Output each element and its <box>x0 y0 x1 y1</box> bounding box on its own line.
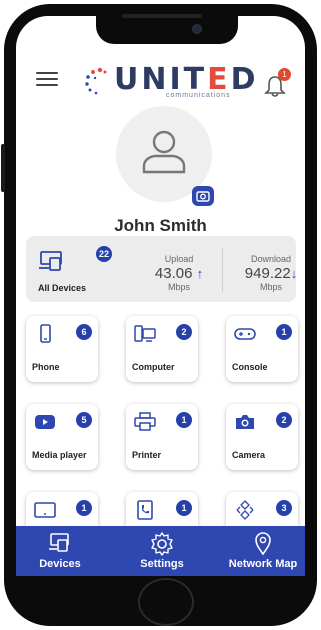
speaker-grille <box>122 14 202 18</box>
device-count-badge: 1 <box>76 500 92 516</box>
device-count-badge: 1 <box>176 500 192 516</box>
download-value: 949.22 <box>244 265 291 282</box>
home-button[interactable] <box>138 578 194 626</box>
tab-label: Devices <box>39 558 81 570</box>
router-icon <box>236 500 254 520</box>
front-camera <box>192 24 202 34</box>
device-card-label: Media player <box>32 450 87 460</box>
arrow-down-icon: ↓ <box>290 266 298 281</box>
device-card-label: Phone <box>32 362 60 372</box>
device-card-console[interactable]: 1 Console <box>226 316 298 382</box>
upload-label: Upload <box>164 254 194 264</box>
tab-network-map[interactable]: Network Map <box>224 526 302 576</box>
device-card-label: Computer <box>132 362 175 372</box>
app-screen: UNITED communications 1 John Smith 22 Al… <box>16 16 305 576</box>
devices-icon <box>49 533 69 552</box>
user-name: John Smith <box>114 216 207 235</box>
user-icon <box>142 130 186 174</box>
download-unit: Mbps <box>259 282 282 292</box>
devices-icon <box>39 251 62 271</box>
tab-devices[interactable]: Devices <box>24 526 96 576</box>
all-devices-label: All Devices <box>38 283 87 293</box>
notch <box>96 16 238 44</box>
map-pin-icon <box>255 532 271 556</box>
camera-icon <box>196 191 210 202</box>
device-count-badge: 2 <box>176 324 192 340</box>
phone-icon <box>40 324 51 343</box>
change-photo-button[interactable] <box>192 186 214 206</box>
top-bar: UNITED communications 1 <box>16 56 305 106</box>
united-logo: UNITED communications <box>84 62 256 102</box>
device-count-badge: 6 <box>76 324 92 340</box>
device-card-label: Camera <box>232 450 266 460</box>
tab-settings[interactable]: Settings <box>126 526 198 576</box>
voip-phone-icon <box>137 500 153 520</box>
logo-dots-icon <box>85 67 107 95</box>
device-count-badge: 1 <box>276 324 292 340</box>
upload-metric: Upload 43.06 ↑ Mbps <box>144 254 214 292</box>
camera-icon <box>236 415 254 429</box>
all-devices-count-badge: 22 <box>96 246 112 262</box>
device-card-phone[interactable]: 6 Phone <box>26 316 98 382</box>
network-summary[interactable]: 22 All Devices Upload 43.06 ↑ Mbps Downl… <box>26 236 297 302</box>
device-count-badge: 3 <box>276 500 292 516</box>
device-card-computer[interactable]: 2 Computer <box>126 316 198 382</box>
tab-label: Settings <box>140 558 184 570</box>
divider <box>222 248 223 292</box>
bottom-tab-bar: Devices Settings Network Map <box>16 526 305 576</box>
computer-icon <box>134 325 156 342</box>
device-card-label: Console <box>232 362 268 372</box>
phone-frame: UNITED communications 1 John Smith 22 Al… <box>1 4 317 626</box>
arrow-up-icon: ↑ <box>196 266 204 281</box>
device-card-label: Printer <box>132 450 162 460</box>
device-count-badge: 5 <box>76 412 92 428</box>
play-icon <box>35 415 55 429</box>
device-card-camera[interactable]: 2 Camera <box>226 404 298 470</box>
printer-icon <box>134 412 156 431</box>
device-count-badge: 2 <box>276 412 292 428</box>
download-metric: Download 949.22↓ Mbps <box>236 254 305 292</box>
device-count-badge: 1 <box>176 412 192 428</box>
gamepad-icon <box>234 328 256 340</box>
upload-value: 43.06 <box>154 265 193 282</box>
download-label: Download <box>250 254 292 264</box>
hamburger-menu-icon[interactable] <box>36 72 58 86</box>
logo-subtitle: communications <box>166 92 231 99</box>
tablet-icon <box>34 502 56 518</box>
device-card-printer[interactable]: 1 Printer <box>126 404 198 470</box>
notification-badge: 1 <box>278 68 291 81</box>
tab-label: Network Map <box>228 558 298 570</box>
gear-icon <box>151 532 173 556</box>
side-button <box>1 144 5 192</box>
upload-unit: Mbps <box>167 282 190 292</box>
device-card-media-player[interactable]: 5 Media player <box>26 404 98 470</box>
